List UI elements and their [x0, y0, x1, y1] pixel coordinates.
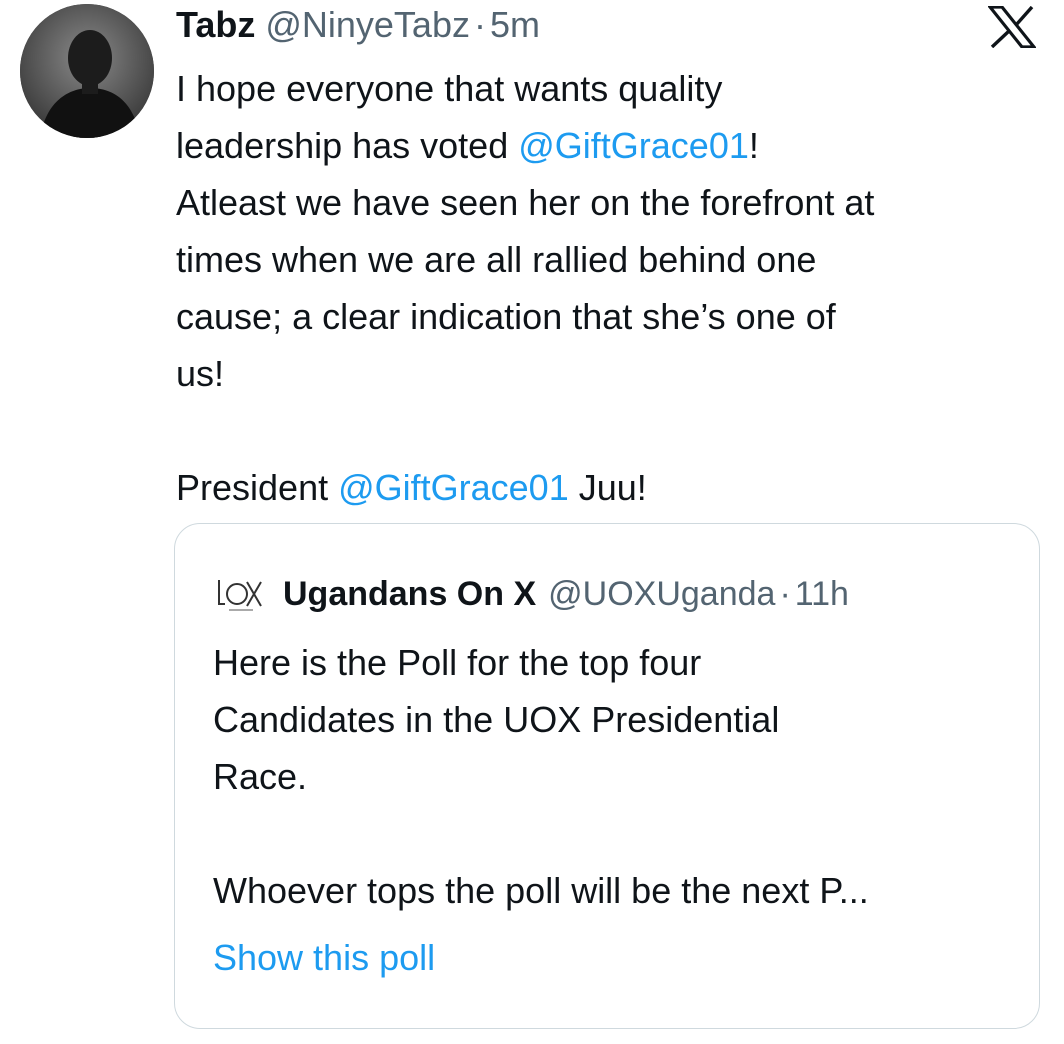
tweet-line: I hope everyone that wants quality [176, 68, 723, 109]
separator-dot: · [473, 4, 486, 45]
quoted-author-handle[interactable]: @UOXUganda [548, 575, 775, 614]
author-name[interactable]: Tabz [176, 4, 255, 46]
tweet[interactable]: Tabz @NinyeTabz · 5m I hope everyone tha… [0, 0, 1064, 1044]
quoted-tweet-header: Ugandans On X @UOXUganda · 11h [213, 572, 849, 616]
tweet-text-segment: President [176, 467, 339, 508]
x-logo-icon [986, 5, 1038, 49]
separator-dot: · [779, 574, 791, 613]
tweet-line: President @GiftGrace01 Juu! [176, 459, 1046, 516]
tweet-line: us! [176, 353, 225, 394]
timestamp[interactable]: 5m [490, 4, 540, 46]
mention-link[interactable]: @GiftGrace01 [338, 467, 569, 508]
quoted-tweet[interactable]: Ugandans On X @UOXUganda · 11h Here is t… [174, 523, 1040, 1029]
quoted-author-name[interactable]: Ugandans On X [283, 575, 536, 614]
author-handle[interactable]: @NinyeTabz [265, 4, 470, 46]
quoted-line: Whoever tops the poll will be the next P… [213, 870, 869, 911]
show-poll-link[interactable]: Show this poll [213, 929, 435, 986]
avatar[interactable] [20, 4, 154, 138]
tweet-text-segment: leadership has voted [176, 125, 519, 166]
tweet-line: times when we are all rallied behind one [176, 239, 817, 280]
quoted-tweet-text: Here is the Poll for the top four Candid… [213, 634, 1023, 919]
quoted-line: Here is the Poll for the top four [213, 642, 702, 683]
tweet-text: I hope everyone that wants quality leade… [176, 60, 1046, 516]
tweet-line: Atleast we have seen her on the forefron… [176, 182, 875, 223]
avatar-photo [20, 4, 154, 138]
uox-logo-icon[interactable] [213, 572, 273, 616]
quoted-line: Candidates in the UOX Presidential [213, 699, 780, 740]
tweet-text-segment: Juu! [568, 467, 647, 508]
quoted-line: Race. [213, 756, 308, 797]
quoted-timestamp[interactable]: 11h [795, 575, 849, 614]
mention-link[interactable]: @GiftGrace01 [518, 125, 749, 166]
tweet-line: leadership has voted @GiftGrace01! [176, 117, 1046, 174]
tweet-text-segment: ! [748, 125, 759, 166]
tweet-line: cause; a clear indication that she’s one… [176, 296, 836, 337]
tweet-header: Tabz @NinyeTabz · 5m [176, 0, 540, 50]
